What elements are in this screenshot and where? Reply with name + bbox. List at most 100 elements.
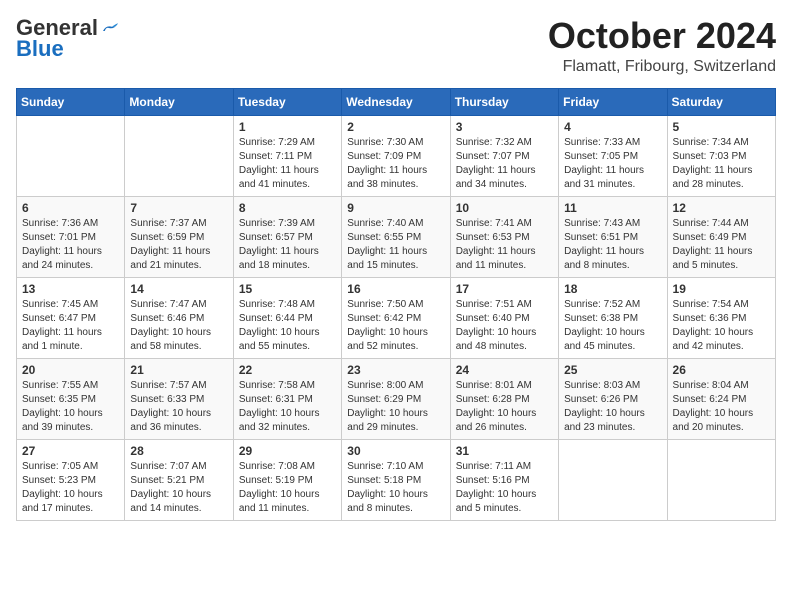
day-number: 5 <box>673 120 770 134</box>
day-number: 10 <box>456 201 553 215</box>
location-title: Flamatt, Fribourg, Switzerland <box>548 58 776 76</box>
header: General Blue October 2024 Flamatt, Fribo… <box>16 16 776 76</box>
day-number: 31 <box>456 444 553 458</box>
calendar-cell: 13Sunrise: 7:45 AM Sunset: 6:47 PM Dayli… <box>17 277 125 358</box>
day-number: 3 <box>456 120 553 134</box>
calendar-cell: 16 Sunrise: 7:50 AM Sunset: 6:42 PM Dayli… <box>342 277 450 358</box>
day-info: Sunrise: 7:51 AM Sunset: 6:40 PM Dayligh… <box>456 298 553 354</box>
calendar-cell: 11 Sunrise: 7:43 AM Sunset: 6:51 PM Dayli… <box>559 196 667 277</box>
weekday-header-monday: Monday <box>125 88 233 115</box>
calendar-cell: 19 Sunrise: 7:54 AM Sunset: 6:36 PM Dayli… <box>667 277 775 358</box>
day-number: 17 <box>456 282 553 296</box>
day-number: 4 <box>564 120 661 134</box>
calendar-cell <box>17 115 125 196</box>
calendar-cell: 20 Sunrise: 7:55 AM Sunset: 6:35 PM Dayli… <box>17 358 125 439</box>
calendar-week-row: 6Sunrise: 7:36 AM Sunset: 7:01 PM Daylig… <box>17 196 776 277</box>
day-info: Sunrise: 7:43 AM Sunset: 6:51 PM Dayligh… <box>564 217 661 273</box>
calendar-cell: 25 Sunrise: 8:03 AM Sunset: 6:26 PM Dayli… <box>559 358 667 439</box>
calendar-cell: 5 Sunrise: 7:34 AM Sunset: 7:03 PM Daylig… <box>667 115 775 196</box>
day-number: 12 <box>673 201 770 215</box>
month-title: October 2024 <box>548 16 776 56</box>
calendar-cell: 2 Sunrise: 7:30 AM Sunset: 7:09 PM Daylig… <box>342 115 450 196</box>
calendar-cell: 22 Sunrise: 7:58 AM Sunset: 6:31 PM Dayli… <box>233 358 341 439</box>
day-info: Sunrise: 7:37 AM Sunset: 6:59 PM Dayligh… <box>130 217 227 273</box>
day-number: 25 <box>564 363 661 377</box>
day-info: Sunrise: 7:52 AM Sunset: 6:38 PM Dayligh… <box>564 298 661 354</box>
day-info: Sunrise: 7:54 AM Sunset: 6:36 PM Dayligh… <box>673 298 770 354</box>
weekday-header-friday: Friday <box>559 88 667 115</box>
calendar-cell: 10Sunrise: 7:41 AM Sunset: 6:53 PM Dayli… <box>450 196 558 277</box>
calendar-cell: 31 Sunrise: 7:11 AM Sunset: 5:16 PM Dayli… <box>450 439 558 520</box>
day-number: 11 <box>564 201 661 215</box>
day-info: Sunrise: 7:39 AM Sunset: 6:57 PM Dayligh… <box>239 217 336 273</box>
day-info: Sunrise: 7:40 AM Sunset: 6:55 PM Dayligh… <box>347 217 444 273</box>
weekday-header-row: SundayMondayTuesdayWednesdayThursdayFrid… <box>17 88 776 115</box>
day-info: Sunrise: 7:11 AM Sunset: 5:16 PM Dayligh… <box>456 460 553 516</box>
day-number: 2 <box>347 120 444 134</box>
day-info: Sunrise: 7:47 AM Sunset: 6:46 PM Dayligh… <box>130 298 227 354</box>
day-info: Sunrise: 7:50 AM Sunset: 6:42 PM Dayligh… <box>347 298 444 354</box>
calendar-cell: 30 Sunrise: 7:10 AM Sunset: 5:18 PM Dayli… <box>342 439 450 520</box>
day-info: Sunrise: 8:03 AM Sunset: 6:26 PM Dayligh… <box>564 379 661 435</box>
day-number: 16 <box>347 282 444 296</box>
day-number: 14 <box>130 282 227 296</box>
day-number: 19 <box>673 282 770 296</box>
calendar-table: SundayMondayTuesdayWednesdayThursdayFrid… <box>16 88 776 521</box>
title-area: October 2024 Flamatt, Fribourg, Switzerl… <box>548 16 776 76</box>
day-number: 22 <box>239 363 336 377</box>
calendar-cell <box>559 439 667 520</box>
day-info: Sunrise: 8:00 AM Sunset: 6:29 PM Dayligh… <box>347 379 444 435</box>
calendar-cell <box>667 439 775 520</box>
day-info: Sunrise: 8:01 AM Sunset: 6:28 PM Dayligh… <box>456 379 553 435</box>
calendar-cell: 21 Sunrise: 7:57 AM Sunset: 6:33 PM Dayli… <box>125 358 233 439</box>
calendar-cell: 12 Sunrise: 7:44 AM Sunset: 6:49 PM Dayli… <box>667 196 775 277</box>
day-info: Sunrise: 7:30 AM Sunset: 7:09 PM Dayligh… <box>347 136 444 192</box>
weekday-header-thursday: Thursday <box>450 88 558 115</box>
calendar-cell: 26 Sunrise: 8:04 AM Sunset: 6:24 PM Dayli… <box>667 358 775 439</box>
logo-blue-text: Blue <box>16 36 64 62</box>
calendar-cell: 18 Sunrise: 7:52 AM Sunset: 6:38 PM Dayli… <box>559 277 667 358</box>
day-number: 20 <box>22 363 119 377</box>
calendar-week-row: 27Sunrise: 7:05 AM Sunset: 5:23 PM Dayli… <box>17 439 776 520</box>
day-number: 29 <box>239 444 336 458</box>
day-number: 26 <box>673 363 770 377</box>
day-info: Sunrise: 7:58 AM Sunset: 6:31 PM Dayligh… <box>239 379 336 435</box>
calendar-cell: 4 Sunrise: 7:33 AM Sunset: 7:05 PM Daylig… <box>559 115 667 196</box>
calendar-cell: 7 Sunrise: 7:37 AM Sunset: 6:59 PM Daylig… <box>125 196 233 277</box>
calendar-cell: 17 Sunrise: 7:51 AM Sunset: 6:40 PM Dayli… <box>450 277 558 358</box>
day-number: 30 <box>347 444 444 458</box>
day-info: Sunrise: 7:34 AM Sunset: 7:03 PM Dayligh… <box>673 136 770 192</box>
day-number: 27 <box>22 444 119 458</box>
day-info: Sunrise: 7:44 AM Sunset: 6:49 PM Dayligh… <box>673 217 770 273</box>
day-info: Sunrise: 8:04 AM Sunset: 6:24 PM Dayligh… <box>673 379 770 435</box>
weekday-header-saturday: Saturday <box>667 88 775 115</box>
weekday-header-tuesday: Tuesday <box>233 88 341 115</box>
day-number: 21 <box>130 363 227 377</box>
day-info: Sunrise: 7:55 AM Sunset: 6:35 PM Dayligh… <box>22 379 119 435</box>
calendar-cell: 8 Sunrise: 7:39 AM Sunset: 6:57 PM Daylig… <box>233 196 341 277</box>
day-number: 1 <box>239 120 336 134</box>
day-info: Sunrise: 7:57 AM Sunset: 6:33 PM Dayligh… <box>130 379 227 435</box>
calendar-cell: 1 Sunrise: 7:29 AM Sunset: 7:11 PM Daylig… <box>233 115 341 196</box>
day-number: 18 <box>564 282 661 296</box>
day-info: Sunrise: 7:29 AM Sunset: 7:11 PM Dayligh… <box>239 136 336 192</box>
calendar-cell: 15Sunrise: 7:48 AM Sunset: 6:44 PM Dayli… <box>233 277 341 358</box>
weekday-header-wednesday: Wednesday <box>342 88 450 115</box>
day-number: 28 <box>130 444 227 458</box>
day-number: 7 <box>130 201 227 215</box>
day-number: 23 <box>347 363 444 377</box>
calendar-cell: 28Sunrise: 7:07 AM Sunset: 5:21 PM Dayli… <box>125 439 233 520</box>
calendar-cell: 14 Sunrise: 7:47 AM Sunset: 6:46 PM Dayli… <box>125 277 233 358</box>
day-number: 8 <box>239 201 336 215</box>
day-info: Sunrise: 7:33 AM Sunset: 7:05 PM Dayligh… <box>564 136 661 192</box>
calendar-cell: 24 Sunrise: 8:01 AM Sunset: 6:28 PM Dayli… <box>450 358 558 439</box>
day-number: 15 <box>239 282 336 296</box>
calendar-cell: 6Sunrise: 7:36 AM Sunset: 7:01 PM Daylig… <box>17 196 125 277</box>
day-info: Sunrise: 7:08 AM Sunset: 5:19 PM Dayligh… <box>239 460 336 516</box>
day-number: 24 <box>456 363 553 377</box>
logo-bird-icon <box>100 19 118 37</box>
calendar-cell: 27Sunrise: 7:05 AM Sunset: 5:23 PM Dayli… <box>17 439 125 520</box>
calendar-week-row: 20 Sunrise: 7:55 AM Sunset: 6:35 PM Dayli… <box>17 358 776 439</box>
calendar-week-row: 13Sunrise: 7:45 AM Sunset: 6:47 PM Dayli… <box>17 277 776 358</box>
day-info: Sunrise: 7:10 AM Sunset: 5:18 PM Dayligh… <box>347 460 444 516</box>
